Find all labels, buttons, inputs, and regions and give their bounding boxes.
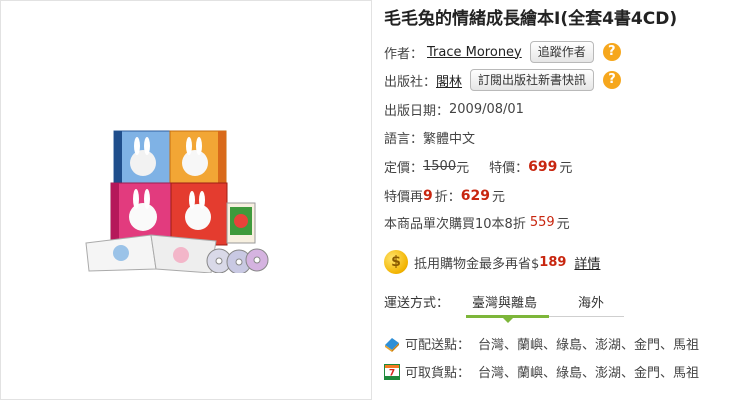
publisher-label: 出版社： <box>384 74 437 90</box>
question-circle-icon[interactable]: ? <box>602 43 621 61</box>
points-text: 抵用購物金最多再省$ <box>414 256 540 272</box>
language-row: 語言： 繁體中文 <box>384 128 475 147</box>
delivery-row: 可配送點： 台灣、蘭嶼、綠島、澎湖、金門、馬祖 <box>384 334 699 353</box>
product-image-frame <box>0 0 372 400</box>
bulk-price-value: 559 <box>529 215 555 230</box>
product-cover-image[interactable] <box>81 123 271 273</box>
author-label: 作者： <box>384 46 424 62</box>
price-row: 定價： 1500 元 特價： 699 元 <box>384 157 573 177</box>
pickup-places: 台灣、蘭嶼、綠島、澎湖、金門、馬祖 <box>478 366 700 381</box>
question-circle-icon[interactable]: ? <box>603 71 622 89</box>
again-price-unit: 元 <box>492 190 506 205</box>
points-amount: 189 <box>539 254 567 270</box>
shipping-label: 運送方式： <box>384 296 450 311</box>
again-discount-row: 特價再 9 折： 629 元 <box>384 186 506 206</box>
again-price-value: 629 <box>460 187 491 204</box>
publish-date-value: 2009/08/01 <box>449 102 524 117</box>
special-price-unit: 元 <box>559 161 573 176</box>
tab-underline <box>549 316 624 317</box>
coin-icon: $ <box>384 250 408 274</box>
publisher-link[interactable]: 閣林 <box>436 71 462 90</box>
again-discount-label: 特價再 <box>384 190 424 205</box>
pickup-label: 可取貨點： <box>405 366 471 381</box>
author-link[interactable]: Trace Moroney <box>427 45 522 60</box>
publish-date-row: 出版日期： 2009/08/01 <box>384 100 524 119</box>
follow-author-button[interactable]: 追蹤作者 <box>529 41 594 63</box>
delivery-truck-icon <box>385 337 399 352</box>
bulk-discount-row: 本商品單次購買10本8折 559 元 <box>384 213 570 232</box>
bulk-discount-text: 本商品單次購買10本8折 <box>384 217 526 232</box>
bulk-price-unit: 元 <box>556 217 570 232</box>
list-price-label: 定價： <box>384 161 424 176</box>
language-value: 繁體中文 <box>423 132 476 147</box>
again-discount-value: 9 <box>423 187 433 204</box>
tab-overseas[interactable]: 海外 <box>578 292 604 311</box>
subscribe-publisher-button[interactable]: 訂閱出版社新書快訊 <box>470 69 595 91</box>
delivery-label: 可配送點： <box>405 338 471 353</box>
svg-text:7: 7 <box>389 368 395 378</box>
product-title: 毛毛兔的情緒成長繪本I(全套4書4CD) <box>384 9 678 29</box>
language-label: 語言： <box>384 132 424 147</box>
special-price-label: 特價： <box>489 161 529 176</box>
publish-date-label: 出版日期： <box>384 104 450 119</box>
list-price-value: 1500 <box>423 159 457 174</box>
special-price-value: 699 <box>528 158 558 175</box>
pickup-row: 7 可取貨點： 台灣、蘭嶼、綠島、澎湖、金門、馬祖 <box>384 362 699 381</box>
author-row: 作者： Trace Moroney 追蹤作者 ? <box>384 41 621 63</box>
list-price-unit: 元 <box>456 161 470 176</box>
points-details-link[interactable]: 詳情 <box>574 253 600 272</box>
tab-taiwan-islands[interactable]: 臺灣與離島 <box>472 292 537 311</box>
publisher-row: 出版社： 閣林 訂閱出版社新書快訊 ? <box>384 69 622 91</box>
again-discount-zhe: 折： <box>434 190 461 205</box>
points-row: $ 抵用購物金最多再省$ 189 詳情 <box>384 250 600 274</box>
active-tab-arrow <box>503 318 513 323</box>
delivery-places: 台灣、蘭嶼、綠島、澎湖、金門、馬祖 <box>478 338 700 353</box>
seven-eleven-icon: 7 <box>384 363 400 380</box>
